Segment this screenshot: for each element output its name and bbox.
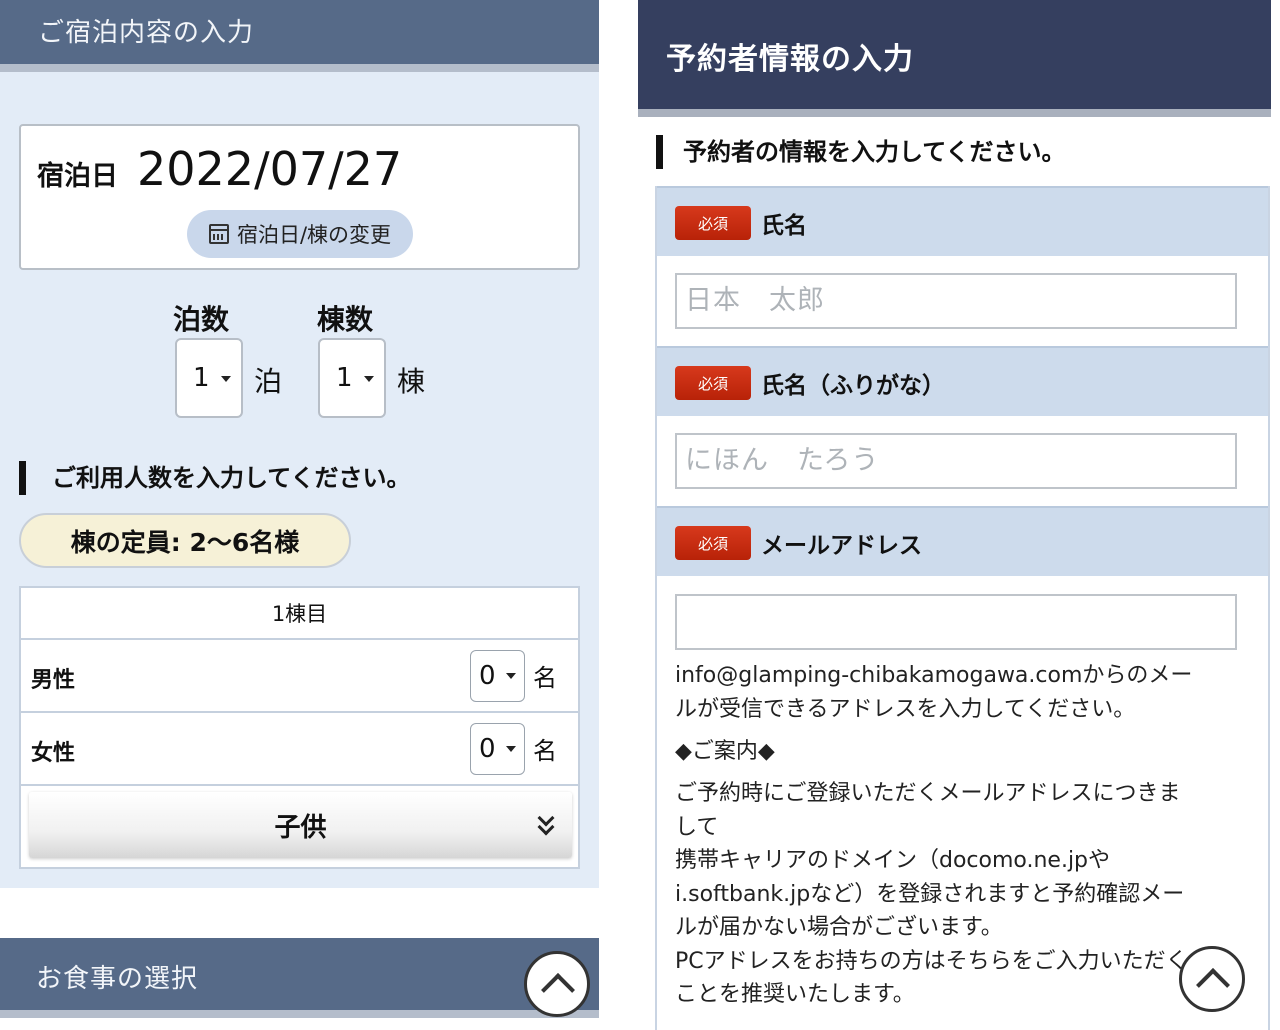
- guide-line: して: [675, 814, 719, 840]
- furigana-placeholder: にほん たろう: [685, 445, 880, 476]
- chevron-up-icon: [541, 973, 575, 1007]
- guide-heading: ◆ご案内◆: [675, 739, 775, 764]
- required-badge: 必須: [675, 206, 751, 240]
- name-label: 氏名: [761, 213, 807, 239]
- booker-info-header: 予約者情報の入力: [638, 0, 1271, 117]
- stay-details-header: ご宿泊内容の入力: [0, 0, 599, 72]
- change-date-button[interactable]: 宿泊日/棟の変更: [187, 210, 413, 258]
- guide-line: ルが届かない場合がございます。: [675, 915, 1003, 940]
- guide-line: 携帯キャリアのドメイン（docomo.ne.jpや: [675, 848, 1111, 873]
- double-chevron-down-icon: [538, 812, 554, 836]
- capacity-badge: 棟の定員: 2〜6名様: [19, 513, 351, 568]
- male-unit: 名: [533, 664, 557, 692]
- male-count-value: 0: [479, 661, 496, 691]
- male-label: 男性: [31, 668, 76, 693]
- name-placeholder: 日本 太郎: [685, 285, 825, 316]
- female-count-value: 0: [479, 734, 496, 764]
- required-badge: 必須: [675, 366, 751, 400]
- back-to-top-button[interactable]: [1179, 946, 1245, 1012]
- female-count-select[interactable]: 0: [470, 723, 525, 775]
- booker-form: 必須 氏名 日本 太郎 必須 氏名（ふりがな） にほん たろう 必須 メールアド…: [655, 186, 1270, 1030]
- stay-details-title: ご宿泊内容の入力: [38, 18, 255, 48]
- dropdown-arrow-icon: [506, 673, 516, 679]
- stay-date-label: 宿泊日: [37, 161, 118, 192]
- furigana-input[interactable]: にほん たろう: [675, 433, 1237, 489]
- email-label: メールアドレス: [761, 533, 922, 559]
- building-header: 1棟目: [21, 588, 578, 640]
- guide-line: ことを推奨いたします。: [675, 982, 915, 1007]
- buildings-unit: 棟: [397, 365, 426, 398]
- guide-line: PCアドレスをお持ちの方はそちらをご入力いただく: [675, 948, 1188, 974]
- nights-unit: 泊: [254, 365, 283, 398]
- table-row-female: 女性 0 名: [21, 713, 578, 786]
- stay-details-panel: ご宿泊内容の入力 宿泊日 2022/07/27 宿泊日/棟の変更 泊数 1 泊 …: [0, 0, 599, 1030]
- guests-section-title: ご利用人数を入力してください。: [19, 461, 411, 495]
- guide-text: ご予約時にご登録いただくメールアドレスにつきま して 携帯キャリアのドメイン（d…: [675, 777, 1235, 1012]
- furigana-label: 氏名（ふりがな）: [761, 373, 945, 399]
- booker-info-title: 予約者情報の入力: [666, 42, 914, 77]
- email-label-row: 必須 メールアドレス: [657, 506, 1268, 576]
- dropdown-arrow-icon: [221, 376, 231, 382]
- meal-selection-title: お食事の選択: [36, 964, 199, 994]
- dropdown-arrow-icon: [506, 746, 516, 752]
- guide-line: i.softbank.jpなど）を登録されますと予約確認メー: [675, 881, 1185, 907]
- nights-value: 1: [193, 363, 210, 393]
- female-label: 女性: [31, 741, 76, 766]
- email-input[interactable]: [675, 594, 1237, 650]
- change-date-label: 宿泊日/棟の変更: [236, 223, 392, 247]
- nights-select[interactable]: 1: [175, 338, 243, 418]
- email-notice-line: info@glamping-chibakamogawa.comからのメー: [675, 663, 1193, 688]
- guide-line: ご予約時にご登録いただくメールアドレスにつきま: [675, 781, 1181, 806]
- calendar-icon: [208, 224, 229, 244]
- booker-info-panel: 予約者情報の入力 予約者の情報を入力してください。 必須 氏名 日本 太郎 必須…: [638, 0, 1271, 1030]
- nights-label: 泊数: [173, 303, 230, 336]
- email-notice: info@glamping-chibakamogawa.comからのメー ルが受…: [675, 659, 1235, 726]
- booker-section-title: 予約者の情報を入力してください。: [656, 135, 1066, 169]
- buildings-value: 1: [336, 363, 353, 393]
- table-row-male: 男性 0 名: [21, 640, 578, 713]
- children-toggle-button[interactable]: 子供: [29, 792, 572, 858]
- children-label: 子供: [274, 812, 327, 843]
- buildings-select[interactable]: 1: [318, 338, 386, 418]
- dropdown-arrow-icon: [364, 376, 374, 382]
- back-to-top-button[interactable]: [524, 951, 590, 1017]
- email-notice-line: ルが受信できるアドレスを入力してください。: [675, 696, 1136, 722]
- chevron-up-icon: [1196, 968, 1230, 1002]
- male-count-select[interactable]: 0: [470, 650, 525, 702]
- stay-date-box: 宿泊日 2022/07/27 宿泊日/棟の変更: [19, 124, 580, 270]
- female-unit: 名: [533, 737, 557, 765]
- stay-date-value: 2022/07/27: [137, 142, 403, 196]
- required-badge: 必須: [675, 526, 751, 560]
- meal-selection-header[interactable]: お食事の選択: [0, 938, 599, 1018]
- stay-details-body: 宿泊日 2022/07/27 宿泊日/棟の変更 泊数 1 泊 棟数 1 棟 ご利…: [0, 72, 599, 888]
- name-input[interactable]: 日本 太郎: [675, 273, 1237, 329]
- furigana-label-row: 必須 氏名（ふりがな）: [657, 346, 1268, 416]
- guest-count-table: 1棟目 男性 0 名 女性 0 名 子供: [19, 586, 580, 869]
- buildings-label: 棟数: [317, 303, 374, 336]
- name-label-row: 必須 氏名: [657, 186, 1268, 256]
